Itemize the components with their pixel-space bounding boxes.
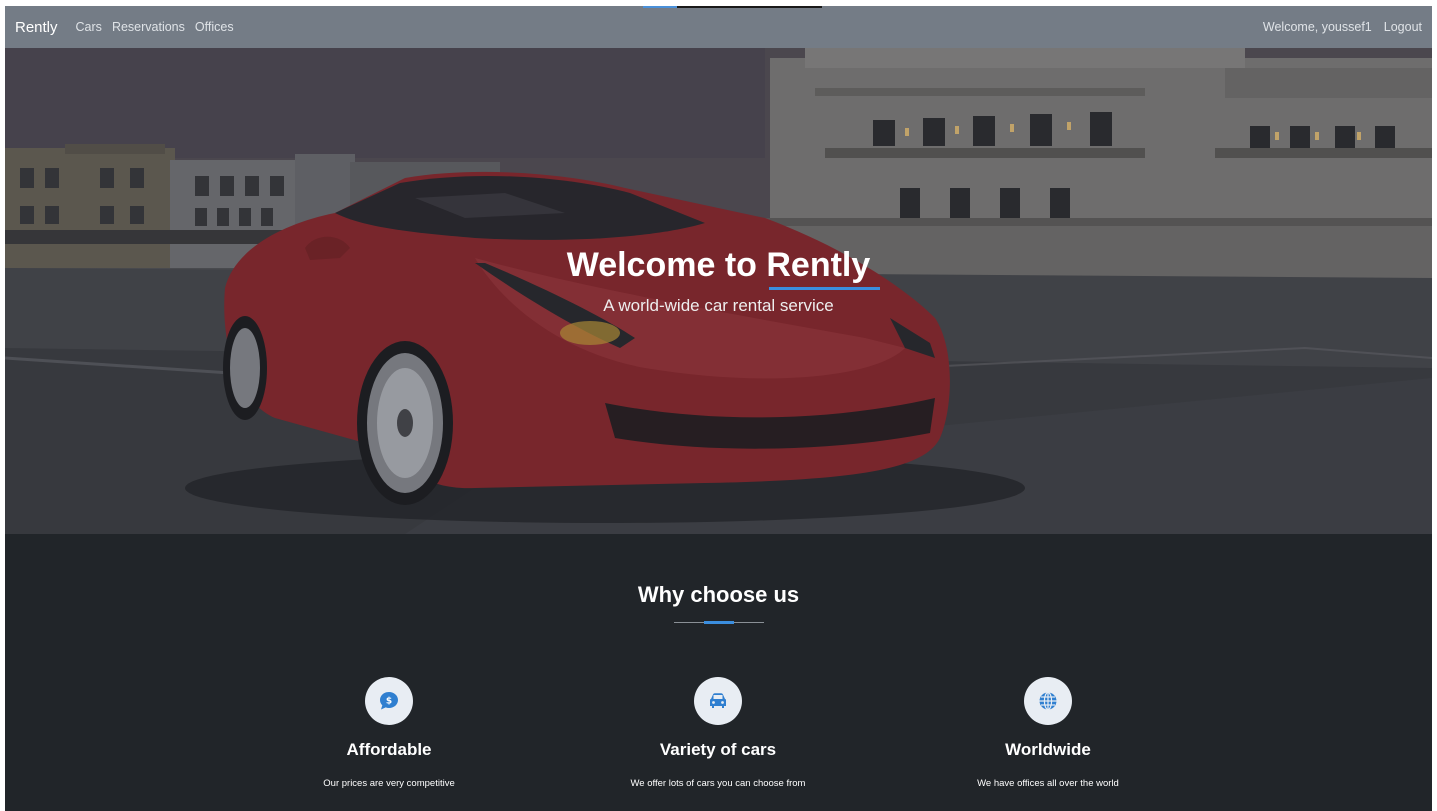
- dollar-chat-icon: $: [380, 692, 398, 710]
- hero-subtitle: A world-wide car rental service: [603, 296, 834, 315]
- feature-text: We have offices all over the world: [977, 778, 1119, 789]
- loading-bar-track: [677, 6, 822, 8]
- feature-title: Variety of cars: [659, 740, 777, 759]
- nav-link-offices[interactable]: Offices: [195, 20, 234, 34]
- feature-title: Affordable: [346, 740, 432, 759]
- globe-icon: [1039, 691, 1057, 711]
- feature-text: We offer lots of cars you can choose fro…: [630, 778, 806, 789]
- loading-bar: [643, 6, 677, 8]
- feature-worldwide: Worldwide We have offices all over the w…: [898, 677, 1198, 789]
- brand-link[interactable]: Rently: [15, 19, 58, 36]
- hero-title-underline: [769, 287, 880, 290]
- nav-link-reservations[interactable]: Reservations: [112, 20, 185, 34]
- why-choose-us-section: Why choose us $ Affordable Our prices ar…: [5, 534, 1432, 811]
- car-icon: [710, 693, 726, 708]
- section-divider-accent: [704, 621, 734, 624]
- section-title: Why choose us: [637, 582, 800, 607]
- feature-title: Worldwide: [1005, 740, 1091, 759]
- svg-text:$: $: [386, 697, 392, 707]
- feature-text: Our prices are very competitive: [323, 778, 455, 789]
- feature-affordable: $ Affordable Our prices are very competi…: [239, 677, 539, 789]
- hero-title: Welcome to Rently: [566, 246, 871, 284]
- feature-icon-circle: $: [365, 677, 413, 725]
- hero-overlay: [5, 48, 1432, 534]
- logout-link[interactable]: Logout: [1384, 20, 1422, 34]
- feature-icon-circle: [694, 677, 742, 725]
- feature-variety: Variety of cars We offer lots of cars yo…: [568, 677, 868, 789]
- page: Rently Cars Reservations Offices Welcome…: [5, 6, 1432, 811]
- hero-banner: Welcome to Rently A world-wide car renta…: [5, 48, 1432, 534]
- welcome-text: Welcome, youssef1: [1262, 20, 1372, 34]
- nav-right: Welcome, youssef1 Logout: [1263, 20, 1422, 34]
- navbar: Rently Cars Reservations Offices Welcome…: [5, 6, 1432, 48]
- nav-link-cars[interactable]: Cars: [76, 20, 102, 34]
- feature-icon-circle: [1024, 677, 1072, 725]
